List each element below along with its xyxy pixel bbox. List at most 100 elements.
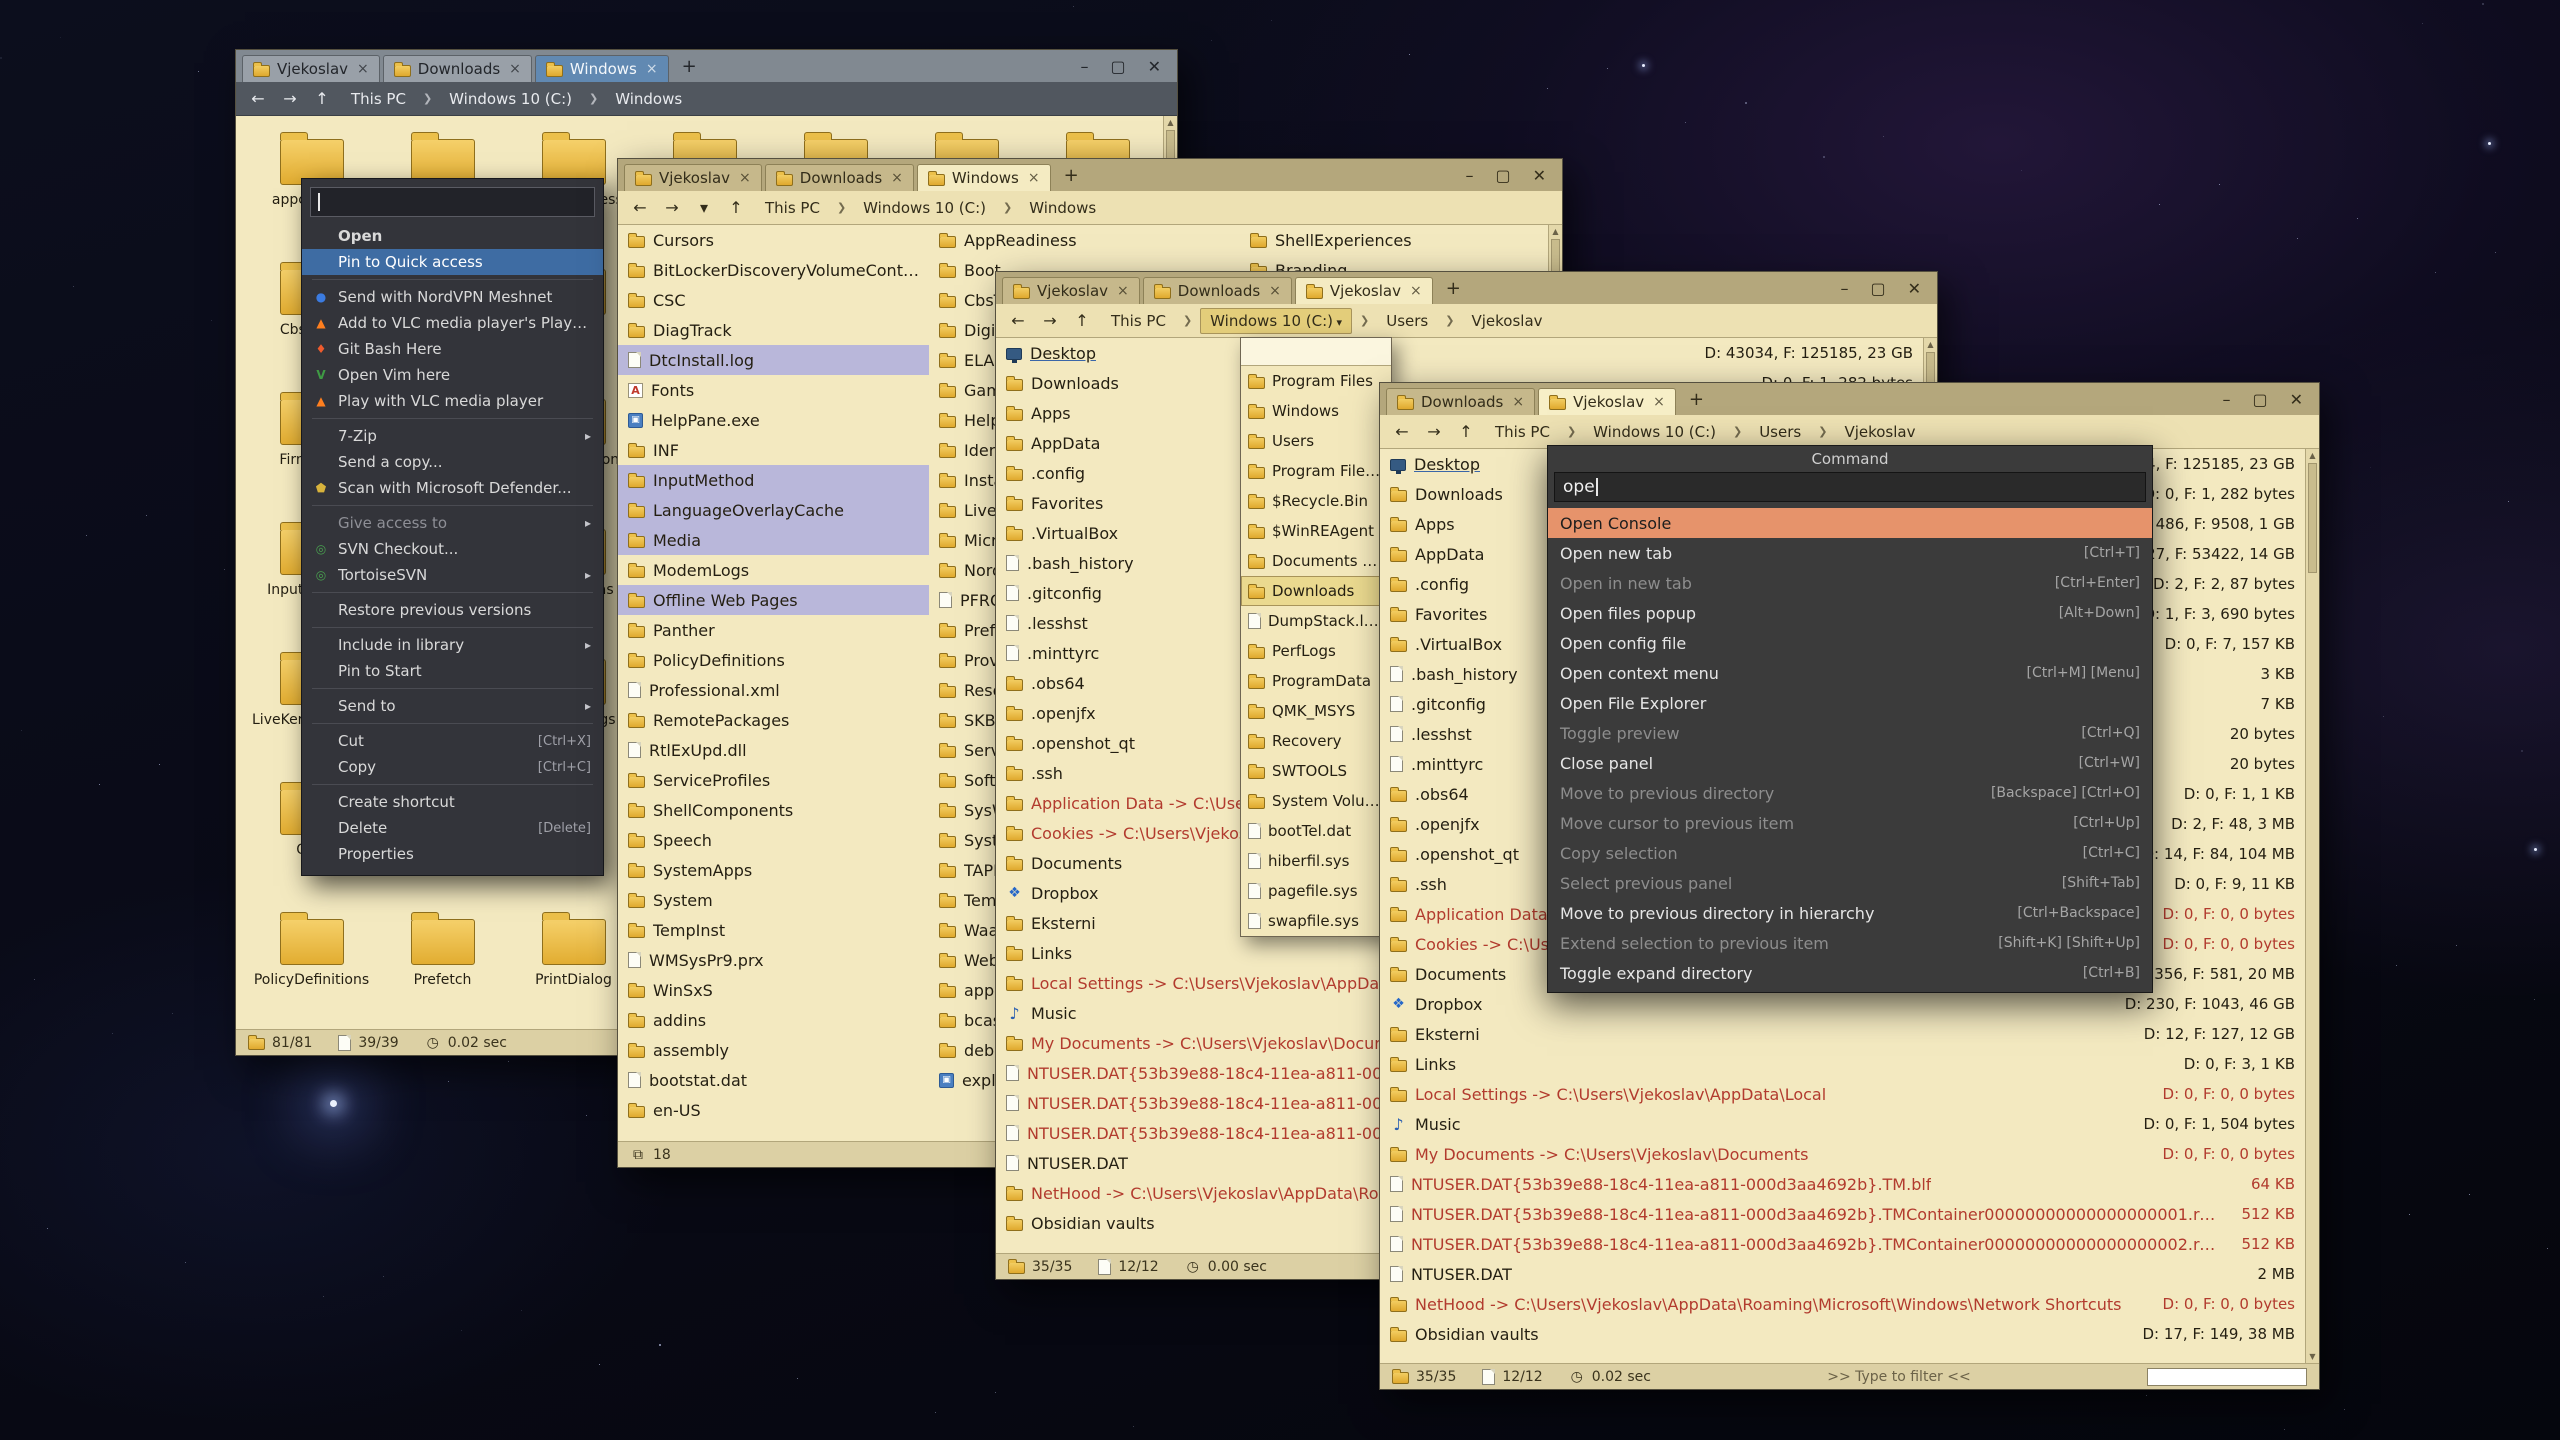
palette-item-toggle-preview[interactable]: Toggle preview[Ctrl+Q] bbox=[1548, 718, 2152, 748]
scroll-up-icon[interactable]: ▲ bbox=[1164, 118, 1177, 127]
scroll-up-icon[interactable]: ▲ bbox=[1924, 340, 1937, 349]
breadcrumb-item-this-pc[interactable]: This PC bbox=[342, 87, 415, 111]
palette-item-move-to-previous-directory[interactable]: Move to previous directory[Backspace] [C… bbox=[1548, 778, 2152, 808]
breadcrumb-item-this-pc[interactable]: This PC bbox=[756, 196, 829, 220]
menu-item-create-shortcut[interactable]: Create shortcut bbox=[302, 789, 603, 815]
dropdown-item[interactable]: System Volume Information bbox=[1241, 786, 1391, 816]
file-row[interactable]: addins bbox=[618, 1005, 929, 1035]
back-button[interactable]: ← bbox=[1006, 311, 1030, 330]
menu-item-copy[interactable]: Copy[Ctrl+C] bbox=[302, 754, 603, 780]
file-row[interactable]: ModemLogs bbox=[618, 555, 929, 585]
tab-close-icon[interactable]: × bbox=[646, 61, 658, 77]
new-tab-button[interactable]: + bbox=[672, 56, 707, 77]
menu-item-cut[interactable]: Cut[Ctrl+X] bbox=[302, 728, 603, 754]
file-row[interactable]: SystemApps bbox=[618, 855, 929, 885]
file-row[interactable]: ▣HelpPane.exe bbox=[618, 405, 929, 435]
file-row[interactable]: ❖DropboxD: 230, F: 1043, 46 GB bbox=[1380, 989, 2305, 1019]
maximize-button[interactable]: ▢ bbox=[1870, 279, 1885, 298]
dropdown-item[interactable]: $WinREAgent bbox=[1241, 516, 1391, 546]
palette-item-open-console[interactable]: Open Console bbox=[1548, 508, 2152, 538]
dropdown-item[interactable]: swapfile.sys bbox=[1241, 906, 1391, 936]
palette-search-input[interactable]: ope bbox=[1554, 472, 2146, 502]
minimize-button[interactable]: – bbox=[1465, 166, 1473, 185]
breadcrumb-item-windows[interactable]: Windows bbox=[1020, 196, 1105, 220]
file-row[interactable]: INF bbox=[618, 435, 929, 465]
tab-downloads[interactable]: Downloads× bbox=[1386, 388, 1535, 415]
tab-close-icon[interactable]: × bbox=[739, 170, 751, 186]
close-button[interactable]: ✕ bbox=[2290, 390, 2303, 409]
file-row[interactable]: bootstat.dat bbox=[618, 1065, 929, 1095]
file-row[interactable]: CSC bbox=[618, 285, 929, 315]
dropdown-item[interactable]: $Recycle.Bin bbox=[1241, 486, 1391, 516]
tab-close-icon[interactable]: × bbox=[1117, 283, 1129, 299]
minimize-button[interactable]: – bbox=[2222, 390, 2230, 409]
breadcrumb-item-windows-10-c-[interactable]: Windows 10 (C:) bbox=[1584, 420, 1725, 444]
palette-item-open-file-explorer[interactable]: Open File Explorer bbox=[1548, 688, 2152, 718]
tab-vjekoslav[interactable]: Vjekoslav× bbox=[1002, 277, 1140, 304]
file-row[interactable]: DiagTrack bbox=[618, 315, 929, 345]
breadcrumb-item-this-pc[interactable]: This PC bbox=[1102, 309, 1175, 333]
breadcrumb-item-this-pc[interactable]: This PC bbox=[1486, 420, 1559, 444]
palette-item-open-in-new-tab[interactable]: Open in new tab[Ctrl+Enter] bbox=[1548, 568, 2152, 598]
up-button[interactable]: ↑ bbox=[1070, 311, 1094, 330]
palette-item-open-new-tab[interactable]: Open new tab[Ctrl+T] bbox=[1548, 538, 2152, 568]
file-row[interactable]: Panther bbox=[618, 615, 929, 645]
dropdown-item[interactable]: Program Files bbox=[1241, 366, 1391, 396]
filter-input[interactable] bbox=[2147, 1368, 2307, 1386]
file-row[interactable]: Media bbox=[618, 525, 929, 555]
dropdown-item[interactable]: bootTel.dat bbox=[1241, 816, 1391, 846]
tab-vjekoslav[interactable]: Vjekoslav× bbox=[1538, 388, 1676, 415]
tab-vjekoslav[interactable]: Vjekoslav× bbox=[1295, 277, 1433, 304]
tab-close-icon[interactable]: × bbox=[1512, 394, 1524, 410]
file-row[interactable]: NTUSER.DAT{53b39e88-18c4-11ea-a811-000d3… bbox=[1380, 1199, 2305, 1229]
new-tab-button[interactable]: + bbox=[1436, 278, 1471, 299]
dropdown-item[interactable]: PerfLogs bbox=[1241, 636, 1391, 666]
breadcrumb-item-windows-10-c-[interactable]: Windows 10 (C:) bbox=[440, 87, 581, 111]
back-button[interactable]: ← bbox=[628, 198, 652, 217]
tab-close-icon[interactable]: × bbox=[1028, 170, 1040, 186]
minimize-button[interactable]: – bbox=[1840, 279, 1848, 298]
file-row[interactable]: LanguageOverlayCache bbox=[618, 495, 929, 525]
tab-windows[interactable]: Windows× bbox=[535, 55, 669, 82]
file-row[interactable]: ShellComponents bbox=[618, 795, 929, 825]
maximize-button[interactable]: ▢ bbox=[1110, 57, 1125, 76]
tab-close-icon[interactable]: × bbox=[891, 170, 903, 186]
close-button[interactable]: ✕ bbox=[1533, 166, 1546, 185]
dropdown-item[interactable]: Recovery bbox=[1241, 726, 1391, 756]
menu-item-git-bash-here[interactable]: ♦Git Bash Here bbox=[302, 336, 603, 362]
forward-button[interactable]: → bbox=[1038, 311, 1062, 330]
file-row[interactable]: DesktopD: 43034, F: 125185, 23 GB bbox=[996, 338, 1923, 368]
maximize-button[interactable]: ▢ bbox=[2252, 390, 2267, 409]
history-dropdown-button[interactable]: ▾ bbox=[692, 198, 716, 217]
scrollbar[interactable]: ▲ ▼ bbox=[2305, 449, 2319, 1363]
file-row[interactable]: en-US bbox=[618, 1095, 929, 1125]
breadcrumb-item-windows-10-c-[interactable]: Windows 10 (C:) ▾ bbox=[1200, 308, 1352, 334]
scroll-up-icon[interactable]: ▲ bbox=[1549, 227, 1562, 236]
tab-close-icon[interactable]: × bbox=[357, 61, 369, 77]
menu-item-tortoisesvn[interactable]: ◎TortoiseSVN▸ bbox=[302, 562, 603, 588]
back-button[interactable]: ← bbox=[1390, 422, 1414, 441]
close-button[interactable]: ✕ bbox=[1908, 279, 1921, 298]
tab-vjekoslav[interactable]: Vjekoslav× bbox=[624, 164, 762, 191]
dropdown-filter-input[interactable] bbox=[1241, 338, 1391, 366]
tab-close-icon[interactable]: × bbox=[1653, 394, 1665, 410]
dropdown-item[interactable]: pagefile.sys bbox=[1241, 876, 1391, 906]
breadcrumb-item-vjekoslav[interactable]: Vjekoslav bbox=[1462, 309, 1551, 333]
menu-item-open[interactable]: Open bbox=[302, 223, 603, 249]
menu-item-include-in-library[interactable]: Include in library▸ bbox=[302, 632, 603, 658]
file-row[interactable]: Local Settings -> C:\Users\Vjekoslav\App… bbox=[1380, 1079, 2305, 1109]
tab-windows[interactable]: Windows× bbox=[917, 164, 1051, 191]
grid-item[interactable]: PolicyDefinitions bbox=[246, 902, 377, 1029]
file-row[interactable]: assembly bbox=[618, 1035, 929, 1065]
file-row[interactable]: ServiceProfiles bbox=[618, 765, 929, 795]
file-row[interactable]: Professional.xml bbox=[618, 675, 929, 705]
dropdown-item[interactable]: DumpStack.log.tmp bbox=[1241, 606, 1391, 636]
forward-button[interactable]: → bbox=[278, 89, 302, 108]
palette-item-close-panel[interactable]: Close panel[Ctrl+W] bbox=[1548, 748, 2152, 778]
file-row[interactable]: EksterniD: 12, F: 127, 12 GB bbox=[1380, 1019, 2305, 1049]
menu-item-delete[interactable]: Delete[Delete] bbox=[302, 815, 603, 841]
menu-item-add-to-vlc-media-player-s-playlist[interactable]: ▲Add to VLC media player's Playlist bbox=[302, 310, 603, 336]
palette-item-open-context-menu[interactable]: Open context menu[Ctrl+M] [Menu] bbox=[1548, 658, 2152, 688]
new-tab-button[interactable]: + bbox=[1679, 389, 1714, 410]
file-row[interactable]: LinksD: 0, F: 3, 1 KB bbox=[1380, 1049, 2305, 1079]
